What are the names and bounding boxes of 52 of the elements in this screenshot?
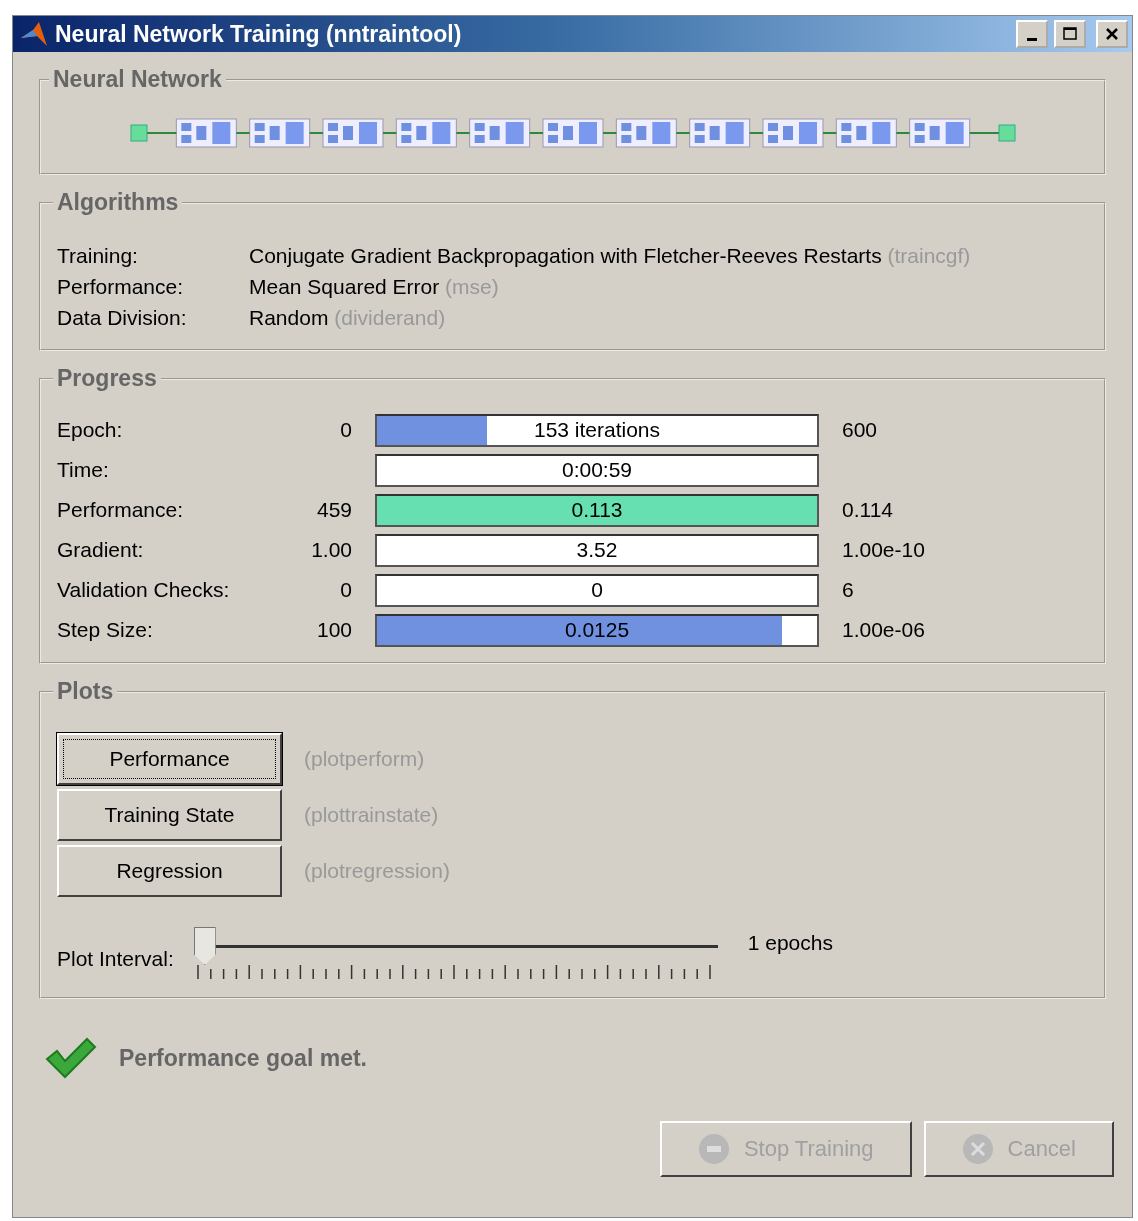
checkmark-icon [45,1037,97,1079]
minimize-button[interactable] [1016,20,1048,48]
slider-label: Plot Interval: [57,947,174,971]
algorithm-value: Mean Squared Error [249,275,440,298]
function-name: (traincgf) [887,244,971,267]
function-name: (dividerand) [334,306,446,329]
plot-button[interactable]: Regression [57,845,282,897]
maximize-button[interactable] [1054,20,1086,48]
progress-label: Epoch: [57,418,124,442]
function-name: (mse) [445,275,499,298]
status-message: Performance goal met. [119,1044,367,1072]
progress-label: Gradient: [57,538,145,562]
minimize-icon [1027,37,1037,41]
function-name: (plottrainstate) [304,803,439,827]
panel-title: Algorithms [56,189,180,216]
end-value: 1.00e-06 [842,618,926,642]
progress-value: 0.0125 [563,617,631,643]
algorithm-value: Conjugate Gradient Backpropagation with Fletcher-Reeves Restarts [249,244,882,267]
algorithm-value: Random [249,306,329,329]
progress-label: Validation Checks: [57,578,231,602]
end-value: 0.114 [842,498,894,522]
maximize-icon [1062,27,1078,41]
progress-label: Step Size: [57,618,154,642]
progress-value: 0.113 [570,497,624,523]
end-value: 6 [842,578,855,602]
plot-button[interactable]: Training State [57,789,282,841]
close-icon [1104,26,1120,42]
end-value: 600 [842,418,879,442]
window-title: Neural Network Training (nntraintool) [55,20,463,48]
start-value: 0 [339,418,352,442]
progress-value: 153 iterations [532,417,662,443]
algorithm-label: Data Division: [57,305,188,331]
panel-title: Progress [56,365,158,392]
progress-label: Performance: [57,498,185,522]
cancel-icon [961,1133,994,1165]
start-value: 100 [315,618,352,642]
algorithm-label: Training: [57,243,139,269]
slider-thumb[interactable] [193,927,216,965]
start-value: 0 [339,578,352,602]
progress-label: Time: [57,458,110,482]
panel-title: Neural Network [52,66,223,93]
slider-reading: 1 epochs [747,931,833,955]
function-name: (plotperform) [304,747,425,771]
stop-icon [697,1133,730,1165]
algorithm-label: Performance: [57,274,185,300]
plot-button[interactable]: Performance [57,733,282,785]
start-value: 459 [315,498,352,522]
start-value: 1.00 [310,538,352,562]
end-value: 1.00e-10 [842,538,926,562]
panel-title: Plots [56,678,115,705]
close-button[interactable] [1096,20,1128,48]
function-name: (plotregression) [304,859,450,883]
